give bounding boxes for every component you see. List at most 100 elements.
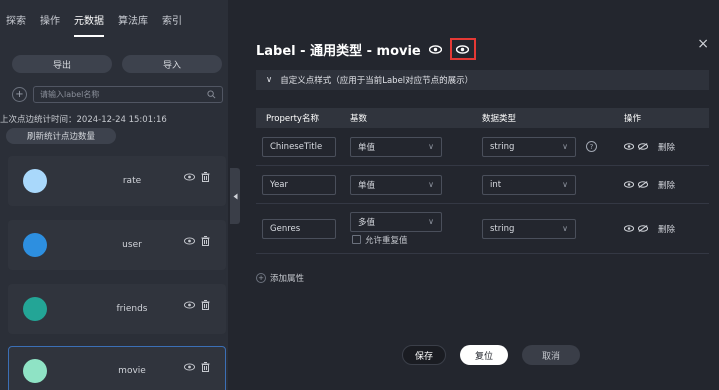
- property-table: Property名称 基数 数据类型 操作 ChineseTitle 单值 ∨: [256, 108, 709, 254]
- data-type-value: string: [490, 141, 515, 152]
- cardinality-cell: 单值 ∨: [342, 136, 472, 157]
- export-button[interactable]: 导出: [12, 55, 112, 73]
- label-name: rate: [122, 176, 142, 186]
- plus-circle-icon: +: [256, 273, 266, 283]
- cardinality-select[interactable]: 单值 ∨: [350, 174, 442, 195]
- cardinality-value: 单值: [358, 142, 376, 153]
- data-type-select[interactable]: string ∨: [482, 218, 576, 239]
- data-type-value: string: [490, 223, 515, 234]
- label-card-movie[interactable]: movie: [8, 346, 226, 390]
- chevron-down-icon: ∨: [562, 180, 568, 189]
- table-row: Genres 多值 ∨ 允许重复值 string ∨ 删除: [256, 204, 709, 254]
- eye-icon[interactable]: [428, 44, 442, 54]
- checkbox-icon: [352, 235, 361, 244]
- eye-icon[interactable]: [184, 301, 195, 309]
- eye-icon[interactable]: [184, 173, 195, 181]
- ops-icons: [624, 143, 648, 150]
- trash-icon[interactable]: [201, 236, 210, 246]
- eye-off-icon[interactable]: [638, 225, 648, 232]
- name-cell: ChineseTitle: [256, 136, 342, 157]
- delete-link[interactable]: 删除: [658, 223, 675, 235]
- name-cell: Year: [256, 174, 342, 195]
- chevron-down-icon: ∨: [428, 142, 434, 151]
- chevron-down-icon: ∨: [266, 75, 273, 85]
- cardinality-cell: 多值 ∨ 允许重复值: [342, 211, 472, 246]
- eye-off-icon[interactable]: [638, 181, 648, 188]
- name-cell: Genres: [256, 218, 342, 239]
- table-header: Property名称 基数 数据类型 操作: [256, 108, 709, 128]
- import-button[interactable]: 导入: [122, 55, 222, 73]
- trash-icon[interactable]: [201, 172, 210, 182]
- panel-title-row: Label - 通用类型 - movie: [256, 38, 476, 60]
- search-input[interactable]: 请输入label名称: [33, 86, 223, 103]
- property-name-input[interactable]: ChineseTitle: [262, 136, 336, 157]
- tab-index[interactable]: 索引: [162, 0, 182, 35]
- allow-duplicates-label: 允许重复值: [365, 235, 408, 246]
- eye-off-icon[interactable]: [638, 143, 648, 150]
- card-actions: [184, 362, 210, 372]
- delete-link[interactable]: 删除: [658, 179, 675, 191]
- label-color-dot: [23, 359, 47, 383]
- tab-algorithm[interactable]: 算法库: [118, 0, 148, 35]
- page-title: Label - 通用类型 - movie: [256, 43, 421, 59]
- add-label-button[interactable]: +: [12, 87, 27, 102]
- ops-cell: 删除: [610, 179, 709, 191]
- left-panel: 探索 操作 元数据 算法库 索引 导出 导入 + 请输入label名称 上次点边…: [0, 0, 228, 390]
- section-title: 自定义点样式（应用于当前Label对应节点的展示）: [280, 76, 474, 86]
- highlighted-visibility-toggle[interactable]: [449, 38, 476, 60]
- stat-time-text: 上次点边统计时间：2024-12-24 15:01:16: [0, 115, 167, 125]
- label-card-user[interactable]: user: [8, 220, 226, 270]
- label-color-dot: [23, 169, 47, 193]
- table-row: Year 单值 ∨ int ∨ 删除: [256, 166, 709, 204]
- label-card-friends[interactable]: friends: [8, 284, 226, 334]
- data-type-value: int: [490, 179, 502, 190]
- cardinality-select[interactable]: 单值 ∨: [350, 136, 442, 157]
- label-color-dot: [23, 297, 47, 321]
- tab-metadata[interactable]: 元数据: [74, 0, 104, 37]
- eye-icon[interactable]: [624, 225, 634, 232]
- property-name-input[interactable]: Year: [262, 174, 336, 195]
- tab-explore[interactable]: 探索: [6, 0, 26, 35]
- search-icon: [207, 90, 216, 99]
- import-export-row: 导出 导入: [12, 55, 222, 73]
- plus-icon: +: [15, 89, 24, 100]
- cardinality-value: 单值: [358, 180, 376, 191]
- help-icon[interactable]: ?: [586, 141, 597, 152]
- eye-icon[interactable]: [624, 181, 634, 188]
- custom-style-section[interactable]: ∨ 自定义点样式（应用于当前Label对应节点的展示）: [256, 70, 709, 90]
- cardinality-select[interactable]: 多值 ∨: [350, 211, 442, 232]
- add-property-button[interactable]: + 添加属性: [256, 272, 304, 284]
- eye-icon[interactable]: [624, 143, 634, 150]
- delete-link[interactable]: 删除: [658, 141, 675, 153]
- type-cell: int ∨: [472, 174, 610, 195]
- header-cardinality: 基数: [350, 114, 368, 124]
- collapse-panel-button[interactable]: [230, 168, 240, 224]
- eye-icon[interactable]: [184, 237, 195, 245]
- close-icon[interactable]: ×: [697, 36, 709, 52]
- reset-button[interactable]: 复位: [460, 345, 508, 365]
- chevron-down-icon: ∨: [562, 142, 568, 151]
- cancel-button[interactable]: 取消: [522, 345, 580, 365]
- card-actions: [184, 172, 210, 182]
- eye-icon[interactable]: [184, 363, 195, 371]
- trash-icon[interactable]: [201, 300, 210, 310]
- data-type-select[interactable]: string ∨: [482, 136, 576, 157]
- header-data-type: 数据类型: [482, 114, 517, 124]
- chevron-down-icon: ∨: [562, 224, 568, 233]
- header-property-name: Property名称: [266, 114, 319, 124]
- allow-duplicates-checkbox[interactable]: 允许重复值: [350, 234, 408, 246]
- tab-operate[interactable]: 操作: [40, 0, 60, 35]
- ops-icons: [624, 225, 648, 232]
- refresh-stats-button[interactable]: 刷新统计点边数量: [6, 128, 116, 144]
- caret-left-icon: [233, 193, 237, 199]
- cardinality-value: 多值: [358, 217, 376, 228]
- label-name: user: [122, 240, 142, 250]
- property-name-input[interactable]: Genres: [262, 218, 336, 239]
- trash-icon[interactable]: [201, 362, 210, 372]
- cardinality-cell: 单值 ∨: [342, 174, 472, 195]
- eye-icon: [456, 44, 470, 54]
- ops-cell: 删除: [610, 141, 709, 153]
- label-card-rate[interactable]: rate: [8, 156, 226, 206]
- save-button[interactable]: 保存: [402, 345, 446, 365]
- data-type-select[interactable]: int ∨: [482, 174, 576, 195]
